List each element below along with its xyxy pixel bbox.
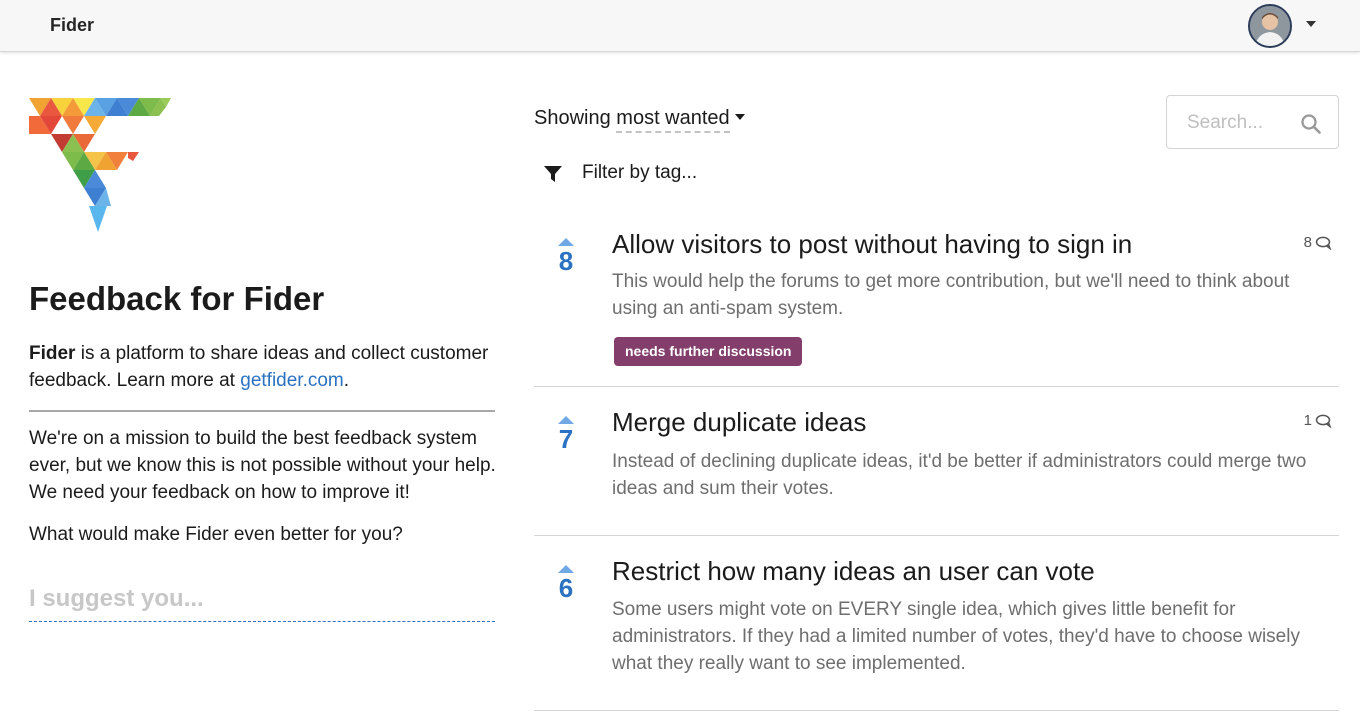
- brand-name[interactable]: Fider: [50, 15, 94, 36]
- user-menu-chevron-down-icon[interactable]: [1306, 21, 1316, 27]
- filter-label: Filter by tag...: [582, 162, 698, 183]
- idea-divider: [534, 535, 1339, 536]
- getfider-link[interactable]: getfider.com: [240, 370, 344, 391]
- vote-count: 6: [558, 573, 574, 603]
- vote-count: 8: [558, 246, 574, 276]
- tag-badge[interactable]: needs further discussion: [614, 337, 803, 366]
- idea-description: This would help the forums to get more c…: [612, 271, 1290, 319]
- filter-icon: [544, 166, 562, 182]
- sort-selector: Showing most wanted: [534, 107, 745, 133]
- top-navbar: Fider: [0, 0, 1360, 52]
- user-avatar[interactable]: [1248, 4, 1292, 48]
- idea-title[interactable]: Restrict how many ideas an user can vote: [612, 556, 1095, 587]
- comment-count[interactable]: 1: [1304, 412, 1333, 429]
- intro-end: .: [343, 370, 350, 391]
- idea-item: 6 Restrict how many ideas an user can vo…: [534, 556, 1339, 706]
- search-icon[interactable]: [1300, 113, 1322, 135]
- suggest-idea-input[interactable]: [29, 576, 495, 622]
- page-title: Feedback for Fider: [29, 280, 325, 317]
- search-input[interactable]: [1187, 111, 1297, 135]
- comment-count-value: 8: [1303, 234, 1312, 251]
- idea-item: 8 Allow visitors to post without having …: [534, 229, 1339, 379]
- suggest-question: What would make Fider even better for yo…: [29, 524, 403, 545]
- upvote-arrow-icon: [558, 565, 574, 573]
- idea-divider: [534, 386, 1339, 387]
- idea-description: Some users might vote on EVERY single id…: [612, 599, 1300, 674]
- idea-item: 7 Merge duplicate ideas 1 Instead of dec…: [534, 407, 1339, 527]
- intro-bold-text: Fider: [29, 343, 76, 364]
- upvote-arrow-icon: [558, 238, 574, 246]
- showing-label: Showing: [534, 107, 611, 129]
- comments-icon: [1315, 236, 1332, 250]
- idea-title[interactable]: Allow visitors to post without having to…: [612, 229, 1132, 260]
- site-description: Fider is a platform to share ideas and c…: [29, 340, 499, 394]
- search-box: [1166, 95, 1339, 149]
- sort-dropdown[interactable]: most wanted: [616, 107, 730, 133]
- idea-title[interactable]: Merge duplicate ideas: [612, 407, 866, 438]
- mission-text: We're on a mission to build the best fee…: [29, 428, 496, 503]
- comment-count[interactable]: 8: [1304, 234, 1333, 251]
- comments-icon: [1315, 414, 1332, 428]
- comment-count-value: 1: [1303, 412, 1312, 429]
- idea-divider: [534, 710, 1339, 711]
- fider-logo: [29, 98, 171, 232]
- sort-value: most wanted: [616, 107, 730, 129]
- sort-chevron-down-icon[interactable]: [734, 113, 745, 120]
- left-divider: [29, 410, 495, 412]
- vote-count: 7: [558, 424, 574, 454]
- upvote-arrow-icon: [558, 416, 574, 424]
- idea-description: Instead of declining duplicate ideas, it…: [612, 451, 1307, 499]
